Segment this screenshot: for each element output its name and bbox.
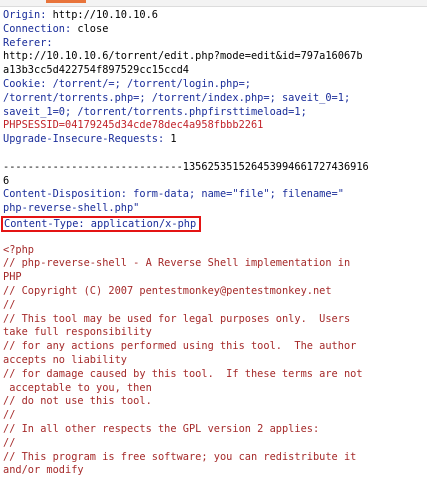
php-code-line: // do not use this tool.: [3, 395, 152, 408]
php-code-line: // This tool may be used for legal purpo…: [3, 312, 351, 325]
cookie-phpsessid: PHPSESSID=04179245d34cde78dec4a958fbbb22…: [3, 119, 264, 132]
php-code-line: // for damage caused by this tool. If th…: [3, 367, 363, 380]
php-code-line: //: [3, 298, 16, 311]
header-connection: Connection: close: [3, 22, 109, 35]
php-code-line: accepts no liability: [3, 353, 127, 366]
header-key: Connection: [3, 22, 65, 35]
multipart-boundary: -----------------------------13562535152…: [3, 160, 369, 173]
content-type-line: Content-Type: application/x-php: [1, 215, 425, 232]
php-code-line: PHP: [3, 271, 22, 284]
php-code-line: // for any actions performed using this …: [3, 340, 357, 353]
http-request-viewer: Origin: http://10.10.10.6 Connection: cl…: [0, 0, 427, 489]
header-value: 1: [164, 133, 177, 146]
header-origin: Origin: http://10.10.10.6: [3, 9, 158, 21]
header-upgrade-insecure-requests: Upgrade-Insecure-Requests: 1: [3, 133, 177, 146]
php-code-line: acceptable to you, then: [3, 381, 152, 394]
php-code-line: //: [3, 409, 16, 422]
header-value: http://10.10.10.6: [46, 9, 158, 21]
content-type-key: Content-Type:: [4, 217, 85, 230]
header-cookie: /torrent/torrents.php=; /torrent/index.p…: [3, 91, 351, 104]
header-cookie: Cookie: /torrent/=; /torrent/login.php=;: [3, 77, 251, 90]
header-key: Origin: [3, 9, 41, 21]
content-type-highlight-box: Content-Type: application/x-php: [1, 215, 202, 232]
header-value: close: [71, 22, 109, 35]
header-referer-key: Referer:: [3, 36, 53, 49]
php-code-line: and/or modify: [3, 464, 84, 477]
content-disposition: Content-Disposition: form-data; name="fi…: [3, 188, 344, 201]
php-code-line: //: [3, 436, 16, 449]
php-code-line: <?php: [3, 243, 34, 256]
php-code-line: // In all other respects the GPL version…: [3, 422, 320, 435]
request-body-text[interactable]: Origin: http://10.10.10.6 Connection: cl…: [1, 9, 425, 478]
php-code-line: // php-reverse-shell - A Reverse Shell i…: [3, 257, 351, 270]
php-code-line: // This program is free software; you ca…: [3, 450, 357, 463]
content-disposition: php-reverse-shell.php": [3, 202, 140, 215]
content-type-value: application/x-php: [84, 217, 197, 230]
active-tab-indicator: [46, 0, 86, 3]
header-key: Upgrade-Insecure-Requests: [3, 133, 158, 146]
php-code-line: take full responsibility: [3, 326, 152, 339]
header-cookie: saveit_1=0; /torrent/torrents.phpfirstti…: [3, 105, 307, 118]
header-referer-value: http://10.10.10.6/torrent/edit.php?mode=…: [3, 50, 363, 63]
multipart-boundary: 6: [3, 174, 10, 187]
php-code-line: // Copyright (C) 2007 pentestmonkey@pent…: [3, 284, 332, 297]
header-referer-value: a13b3cc5d422754f897529cc15ccd4: [3, 64, 189, 77]
